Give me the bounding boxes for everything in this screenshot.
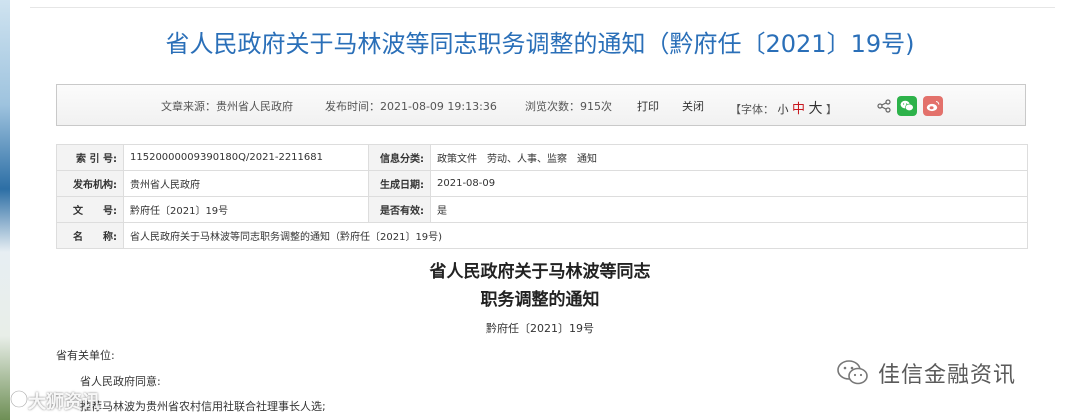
name-value: 省人民政府关于马林波等同志职务调整的通知（黔府任〔2021〕19号): [123, 222, 1028, 249]
table-row: 名 称: 省人民政府关于马林波等同志职务调整的通知（黔府任〔2021〕19号): [56, 222, 1028, 249]
weibo-icon: [926, 100, 940, 112]
publisher-value: 贵州省人民政府: [123, 170, 369, 197]
info-table: 索 引 号: 11520000009390180Q/2021-2211681 信…: [56, 144, 1028, 249]
name-label: 名 称:: [56, 222, 124, 249]
category-label: 信息分类:: [368, 144, 431, 171]
publish-time: 发布时间：2021-08-09 19:13:36: [325, 100, 497, 113]
created-date-value: 2021-08-09: [430, 170, 1028, 197]
view-count: 浏览次数：915次: [525, 100, 612, 113]
print-link[interactable]: 打印: [637, 98, 659, 114]
validity-value: 是: [430, 196, 1028, 223]
watermark-right: 佳信金融资讯: [836, 355, 1016, 391]
publisher-label: 发布机构:: [56, 170, 124, 197]
share-group: [877, 96, 943, 116]
wechat-share-button[interactable]: [897, 96, 917, 116]
body-paragraph: 推荐马林波为贵州省农村信用社联合社理事长人选;: [80, 400, 326, 413]
document-title: 省人民政府关于马林波等同志 职务调整的通知: [340, 258, 740, 314]
font-size-suffix: 】: [826, 103, 838, 116]
wechat-icon: [900, 100, 914, 112]
font-size-selector: 【字体： 小 中 大 】: [730, 98, 837, 118]
table-row: 文 号: 黔府任〔2021〕19号 是否有效: 是: [56, 196, 1028, 223]
background-strip: [0, 0, 10, 420]
article-source: 文章来源：贵州省人民政府: [161, 100, 293, 113]
meta-toolbar: 文章来源：贵州省人民政府 发布时间：2021-08-09 19:13:36 浏览…: [56, 84, 1026, 126]
index-value: 11520000009390180Q/2021-2211681: [123, 144, 369, 171]
document-title-line1: 省人民政府关于马林波等同志: [429, 262, 651, 282]
watermark-logo-icon: [10, 390, 28, 408]
page-title: 省人民政府关于马林波等同志职务调整的通知（黔府任〔2021〕19号): [165, 30, 915, 58]
watermark-right-text: 佳信金融资讯: [878, 363, 1017, 388]
document-title-line2: 职务调整的通知: [480, 290, 600, 310]
doc-number-value: 黔府任〔2021〕19号: [123, 196, 369, 223]
close-link[interactable]: 关闭: [682, 98, 704, 114]
font-size-small[interactable]: 小: [778, 103, 789, 116]
created-date-label: 生成日期:: [368, 170, 431, 197]
share-icon[interactable]: [877, 99, 891, 113]
body-paragraph: 省人民政府同意:: [80, 375, 161, 388]
validity-label: 是否有效:: [368, 196, 431, 223]
font-size-large[interactable]: 大: [809, 101, 823, 117]
document-number: 黔府任〔2021〕19号: [486, 322, 594, 335]
salutation: 省有关单位:: [56, 349, 115, 362]
weibo-share-button[interactable]: [923, 96, 943, 116]
watermark-left: 大狮资讯: [28, 392, 100, 413]
doc-number-label: 文 号:: [56, 196, 124, 223]
category-value: 政策文件 劳动、人事、监察 通知: [430, 144, 1028, 171]
table-row: 索 引 号: 11520000009390180Q/2021-2211681 信…: [56, 144, 1028, 171]
index-label: 索 引 号:: [56, 144, 124, 171]
wechat-watermark-icon: [837, 360, 868, 385]
font-size-prefix: 【字体：: [730, 103, 774, 116]
top-divider: [30, 7, 1055, 8]
table-row: 发布机构: 贵州省人民政府 生成日期: 2021-08-09: [56, 170, 1028, 197]
font-size-medium[interactable]: 中: [792, 102, 805, 117]
